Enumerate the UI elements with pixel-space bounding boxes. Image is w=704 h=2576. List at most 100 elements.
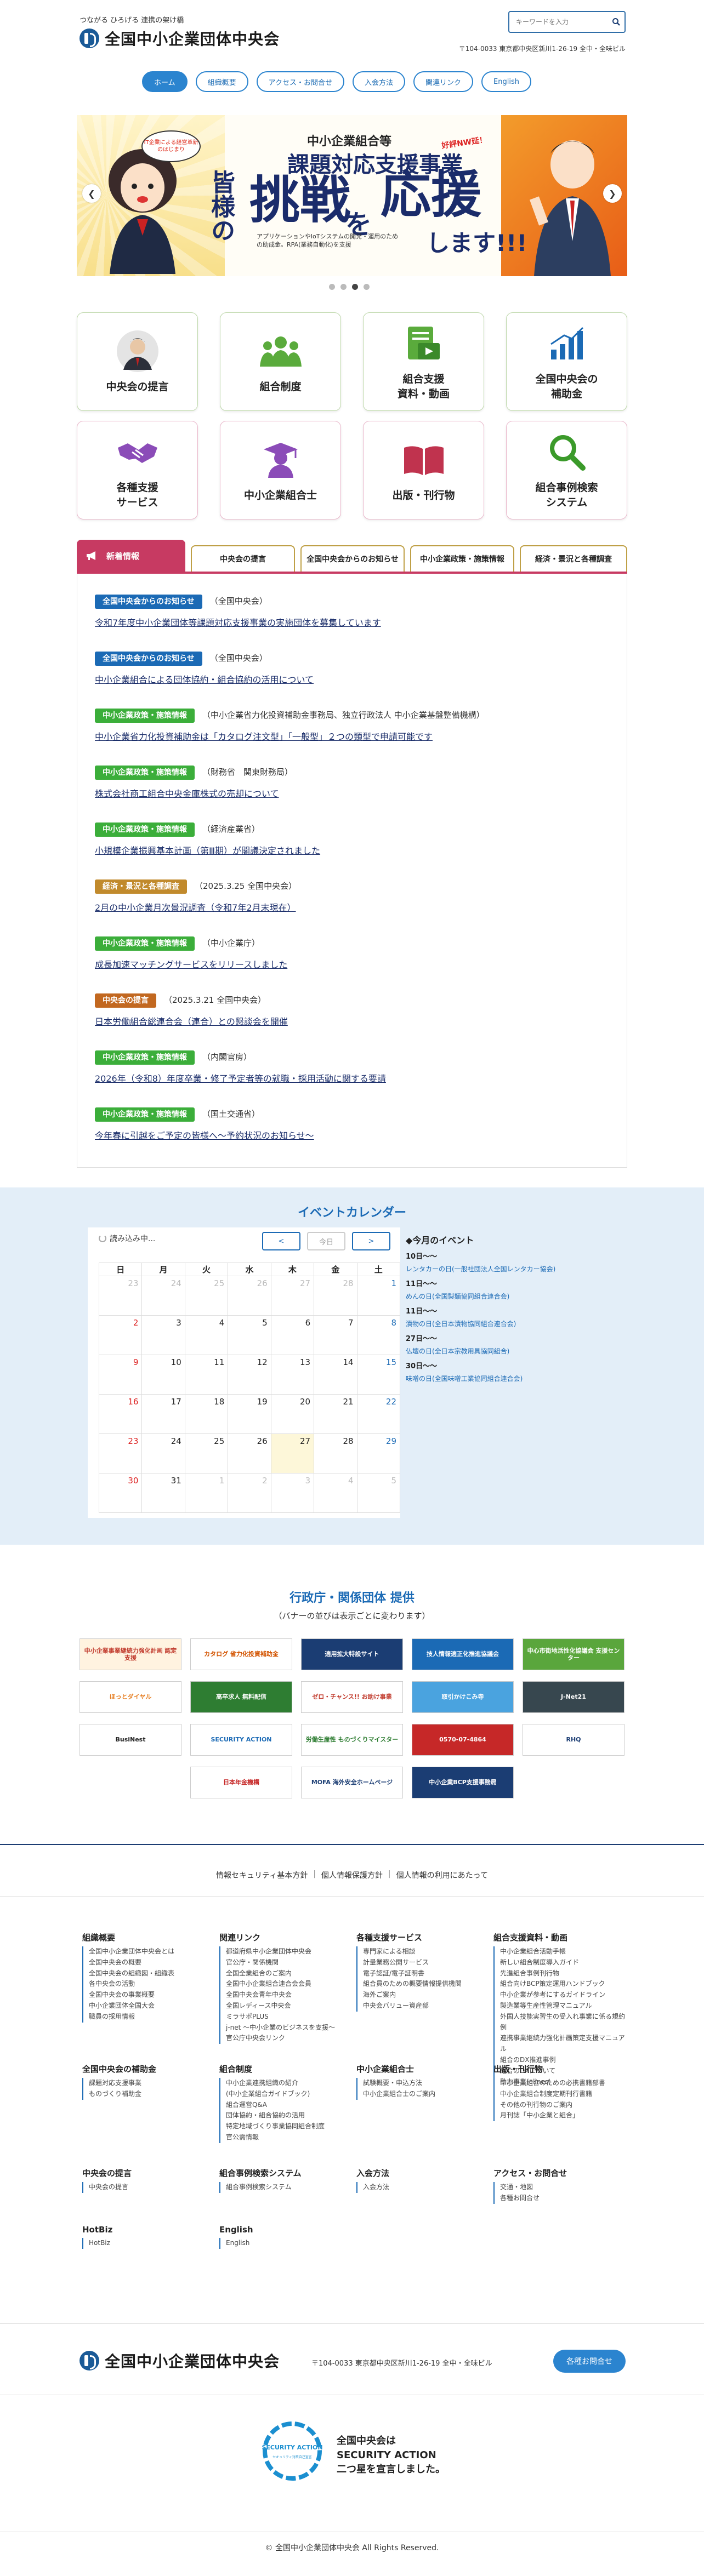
sitemap-link[interactable]: 各中央会の活動 <box>89 1979 214 1990</box>
calendar-day[interactable]: 20 <box>270 1394 315 1434</box>
tab-notices[interactable]: 全国中央会からのお知らせ <box>300 545 405 572</box>
calendar-day[interactable]: 28 <box>314 1276 357 1316</box>
calendar-day[interactable]: 17 <box>141 1394 185 1434</box>
partner-banner[interactable]: 中小企業事業継続力強化計画 認定支援 <box>80 1638 181 1670</box>
tile-union-system[interactable]: 組合制度 <box>220 312 341 411</box>
sitemap-heading[interactable]: English <box>219 2225 351 2235</box>
sitemap-link[interactable]: 組合運営Q&A <box>226 2100 351 2111</box>
event-link[interactable]: 仏壇の日(全日本宗教用具協同組合) <box>406 1346 592 1356</box>
sitemap-link[interactable]: 中小企業組合士のご案内 <box>363 2089 488 2100</box>
sitemap-heading[interactable]: 中小企業組合士 <box>356 2063 488 2075</box>
calendar-day[interactable]: 22 <box>356 1394 401 1434</box>
sitemap-link[interactable]: 組合員のための概要情報提供機関 <box>363 1979 488 1990</box>
sitemap-link[interactable]: 全国中央会の組織図・組織表 <box>89 1968 214 1979</box>
sitemap-link[interactable]: 全国レディース中央会 <box>226 2001 351 2012</box>
sitemap-heading[interactable]: 出版・刊行物 <box>493 2063 625 2075</box>
sitemap-link[interactable]: 中小企業団体全国大会 <box>89 2001 214 2012</box>
nav-home[interactable]: ホーム <box>142 71 188 92</box>
sitemap-link[interactable]: 先進組合事例刊行物 <box>500 1968 625 1979</box>
partner-banner[interactable]: カタログ 省力化投資補助金 <box>190 1638 292 1670</box>
calendar-day[interactable]: 2 <box>228 1473 271 1513</box>
sitemap-link[interactable]: 専門家による相談 <box>363 1946 488 1957</box>
sitemap-link[interactable]: 交通・地図 <box>500 2182 625 2193</box>
tab-news[interactable]: 新着情報 <box>77 540 185 572</box>
partner-banner[interactable]: 0570-07-4864 <box>412 1724 514 1756</box>
sitemap-link[interactable]: 電子認証/電子証明書 <box>363 1968 488 1979</box>
calendar-day[interactable]: 6 <box>270 1315 315 1355</box>
carousel-prev-button[interactable]: ❮ <box>82 184 101 203</box>
nav-access-contact[interactable]: アクセス・お問合せ <box>256 71 344 92</box>
policy-link-security[interactable]: 情報セキュリティ基本方針 <box>216 1870 308 1881</box>
tile-support-materials[interactable]: 組合支援 資料・動画 <box>363 312 484 411</box>
calendar-day[interactable]: 30 <box>98 1473 143 1513</box>
calendar-next-button[interactable]: > <box>352 1232 390 1250</box>
sitemap-link[interactable]: ものづくり補助金 <box>89 2089 214 2100</box>
calendar-day[interactable]: 4 <box>314 1473 357 1513</box>
tile-union-specialist[interactable]: 中小企業組合士 <box>220 421 341 519</box>
sitemap-link[interactable]: 製造業等生産性管理マニュアル <box>500 2001 625 2012</box>
sitemap-link[interactable]: 全国中小企業組合連合会会員 <box>226 1979 351 1990</box>
sitemap-heading[interactable]: 各種支援サービス <box>356 1932 488 1943</box>
sitemap-link[interactable]: 官公庁中央会リンク <box>226 2033 351 2044</box>
event-link[interactable]: 味噌の日(全国味噌工業協同組合連合会) <box>406 1374 592 1383</box>
calendar-day[interactable]: 25 <box>184 1433 229 1473</box>
news-title-link[interactable]: 中小企業組合による団体協約・組合協約の活用について <box>95 672 314 686</box>
sitemap-link[interactable]: 全国全業組合のご案内 <box>226 1968 351 1979</box>
sitemap-link[interactable]: 特定地域づくり事業協同組合制度 <box>226 2121 351 2132</box>
sitemap-link[interactable]: 全国中央会の事業概要 <box>89 1990 214 2001</box>
partner-banner[interactable]: 適用拡大特設サイト <box>301 1638 403 1670</box>
policy-link-privacy[interactable]: 個人情報保護方針 <box>321 1870 383 1881</box>
news-title-link[interactable]: 2月の中小企業月次景況調査（令和7年2月末現在） <box>95 900 297 913</box>
calendar-day[interactable]: 9 <box>98 1355 143 1395</box>
partner-banner[interactable]: 技人情報適正化推進協議会 <box>412 1638 514 1670</box>
partner-banner[interactable]: 高卒求人 無料配信 <box>190 1681 292 1713</box>
calendar-day[interactable]: 27 <box>270 1276 315 1316</box>
carousel-dot[interactable] <box>340 284 347 290</box>
sitemap-link[interactable]: 課題対応支援事業 <box>89 2078 214 2089</box>
tab-proposals[interactable]: 中央会の提言 <box>191 545 295 572</box>
sitemap-link[interactable]: 中央会バリュー資産部 <box>363 2001 488 2012</box>
calendar-day[interactable]: 14 <box>314 1355 357 1395</box>
calendar-day[interactable]: 4 <box>184 1315 229 1355</box>
calendar-day[interactable]: 2 <box>98 1315 143 1355</box>
news-title-link[interactable]: 成長加速マッチングサービスをリリースしました <box>95 957 287 970</box>
sitemap-link[interactable]: 全国中央会青年中央会 <box>226 1990 351 2001</box>
calendar-day[interactable]: 13 <box>270 1355 315 1395</box>
calendar-day[interactable]: 19 <box>228 1394 271 1434</box>
calendar-day[interactable]: 8 <box>356 1315 401 1355</box>
site-logo[interactable]: 全国中小企業団体中央会 <box>80 27 280 49</box>
partner-banner[interactable]: J-Net21 <box>523 1681 624 1713</box>
sitemap-link[interactable]: 組合事例検索システム <box>226 2182 351 2193</box>
sitemap-link[interactable]: 全国中央会の概要 <box>89 1957 214 1968</box>
sitemap-link[interactable]: 官公庁・関係機関 <box>226 1957 351 1968</box>
calendar-day[interactable]: 23 <box>98 1276 143 1316</box>
calendar-day[interactable]: 15 <box>356 1355 401 1395</box>
nav-english[interactable]: English <box>481 71 531 92</box>
tile-subsidies[interactable]: 全国中央会の 補助金 <box>506 312 627 411</box>
sitemap-link[interactable]: 入会方法 <box>363 2182 488 2193</box>
calendar-day[interactable]: 26 <box>228 1276 271 1316</box>
tab-economy-surveys[interactable]: 経済・景況と各種調査 <box>520 545 627 572</box>
sitemap-heading[interactable]: 入会方法 <box>356 2167 488 2179</box>
sitemap-heading[interactable]: 組合事例検索システム <box>219 2167 351 2179</box>
sitemap-link[interactable]: 計量業務公開サービス <box>363 1957 488 1968</box>
sitemap-link[interactable]: 中小企業連携組織の紹介 <box>226 2078 351 2089</box>
sitemap-link[interactable]: 団体協約・組合協約の活用 <box>226 2110 351 2121</box>
sitemap-link[interactable]: 連携事業継続力強化計画策定支援マニュアル <box>500 2033 625 2055</box>
partner-banner[interactable]: 中小企業BCP支援事務局 <box>412 1767 514 1798</box>
news-title-link[interactable]: 日本労働組合総連合会（連合）との懇談会を開催 <box>95 1014 288 1027</box>
sitemap-link[interactable]: 中小企業組合のための必携書籍部書 <box>500 2078 625 2089</box>
calendar-today-button[interactable]: 今日 <box>307 1232 345 1250</box>
sitemap-link[interactable]: HotBiz <box>89 2238 214 2249</box>
search-input[interactable] <box>509 12 608 32</box>
carousel-dot[interactable] <box>329 284 335 290</box>
sitemap-link[interactable]: 官公需情報 <box>226 2132 351 2143</box>
calendar-day[interactable]: 31 <box>141 1473 185 1513</box>
news-title-link[interactable]: 今年春に引越をご予定の皆様へ～予約状況のお知らせ～ <box>95 1128 314 1141</box>
event-link[interactable]: めんの日(全国製麺協同組合連合会) <box>406 1292 592 1301</box>
sitemap-link[interactable]: 全国中小企業団体中央会とは <box>89 1946 214 1957</box>
carousel-dot-active[interactable] <box>352 284 358 290</box>
event-link[interactable]: レンタカーの日(一般社団法人全国レンタカー協会) <box>406 1264 592 1273</box>
sitemap-heading[interactable]: アクセス・お問合せ <box>493 2167 625 2179</box>
sitemap-link[interactable]: 試験概要・申込方法 <box>363 2078 488 2089</box>
